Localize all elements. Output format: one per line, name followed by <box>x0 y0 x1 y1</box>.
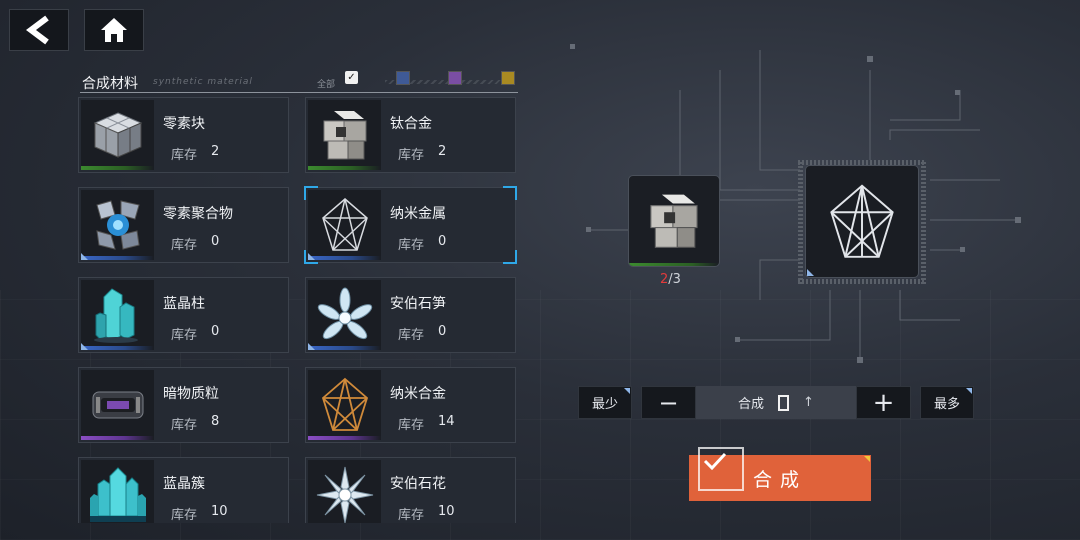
material-name: 蓝晶簇 <box>163 476 205 492</box>
stock-count: 2 <box>438 144 447 159</box>
blue-crystal-pillar-icon <box>81 280 154 350</box>
blue-crystal-cluster-icon <box>81 460 154 523</box>
titanium-alloy-icon <box>650 194 698 248</box>
material-name: 零素块 <box>163 116 205 132</box>
material-name: 安伯石花 <box>390 476 446 492</box>
craft-confirm-checkbox[interactable] <box>698 447 744 491</box>
selection-bracket <box>304 186 318 200</box>
min-quantity-button[interactable]: 最少 <box>578 386 632 419</box>
panel-title: 合成材料 <box>82 76 138 92</box>
filter-purple-checkbox[interactable] <box>448 71 462 85</box>
quantity-arrow-icon: ↑ <box>803 395 814 410</box>
max-quantity-button[interactable]: 最多 <box>920 386 974 419</box>
material-card[interactable]: 零素聚合物 库存 0 <box>78 187 289 263</box>
panel-subtitle: synthetic material <box>153 77 253 87</box>
material-name: 暗物质粒 <box>163 386 219 402</box>
plus-icon: + <box>872 387 895 418</box>
amber-flower-icon <box>308 460 381 523</box>
filter-all-label: 全部 <box>317 80 336 90</box>
stock-count: 0 <box>438 234 447 249</box>
rarity-corner <box>807 269 814 276</box>
result-chip <box>798 160 926 284</box>
minus-icon: − <box>658 388 679 417</box>
rarity-corner <box>81 343 88 350</box>
material-panel-header: 合成材料 synthetic material 全部 ✓ <box>80 71 518 93</box>
nano-alloy-icon <box>308 370 381 440</box>
titanium-alloy-icon <box>308 100 381 170</box>
stock-count: 2 <box>211 144 220 159</box>
material-name: 纳米金属 <box>390 206 446 222</box>
filter-all-checkbox[interactable]: ✓ <box>345 71 358 84</box>
max-label: 最多 <box>933 397 960 412</box>
material-name: 纳米合金 <box>390 386 446 402</box>
rarity-corner <box>308 343 315 350</box>
amber-stalagmite-icon <box>308 280 381 350</box>
material-list[interactable]: 零素块 库存 2 钛合金 库存 2 零素聚合物 库存 0 纳米金属 库存 0 蓝… <box>78 97 520 523</box>
stock-count: 0 <box>438 324 447 339</box>
home-button[interactable] <box>84 9 144 51</box>
stock-label: 库存 <box>398 508 425 523</box>
stock-label: 库存 <box>171 148 198 163</box>
corner-marker <box>966 388 972 394</box>
rarity-corner <box>81 253 88 260</box>
material-name: 钛合金 <box>390 116 432 132</box>
stock-label: 库存 <box>398 148 425 163</box>
result-slot[interactable] <box>805 165 919 278</box>
stock-count: 0 <box>211 234 220 249</box>
stock-count: 0 <box>211 324 220 339</box>
material-name: 零素聚合物 <box>163 206 233 222</box>
material-card[interactable]: 暗物质粒 库存 8 <box>78 367 289 443</box>
source-need-count: /3 <box>668 272 681 287</box>
material-card[interactable]: 蓝晶柱 库存 0 <box>78 277 289 353</box>
stock-label: 库存 <box>171 238 198 253</box>
material-card-selected[interactable]: 纳米金属 库存 0 <box>304 186 517 264</box>
material-name: 蓝晶柱 <box>163 296 205 312</box>
filter-gold-checkbox[interactable] <box>501 71 515 85</box>
stock-label: 库存 <box>171 508 198 523</box>
silver-cube-icon <box>81 100 154 170</box>
quantity-display[interactable]: 合成 ↑ <box>696 386 856 419</box>
corner-marker <box>864 456 870 462</box>
nano-metal-icon <box>830 183 894 258</box>
back-button[interactable] <box>9 9 69 51</box>
stock-count: 14 <box>438 414 455 429</box>
back-arrow-icon <box>26 15 49 45</box>
home-icon <box>101 18 127 42</box>
decrease-quantity-button[interactable]: − <box>641 386 696 419</box>
material-card[interactable]: 钛合金 库存 2 <box>305 97 516 173</box>
selection-bracket <box>503 250 517 264</box>
quantity-label: 合成 <box>738 397 765 412</box>
min-label: 最少 <box>591 397 618 412</box>
nano-metal-icon <box>308 190 381 260</box>
selection-bracket <box>304 250 318 264</box>
material-card[interactable]: 安伯石花 库存 10 <box>305 457 516 523</box>
selection-bracket <box>503 186 517 200</box>
material-card[interactable]: 安伯石笋 库存 0 <box>305 277 516 353</box>
polymer-icon <box>81 190 154 260</box>
stock-count: 10 <box>211 504 228 519</box>
craft-label: 合成 <box>752 468 807 491</box>
material-card[interactable]: 零素块 库存 2 <box>78 97 289 173</box>
material-name: 安伯石笋 <box>390 296 446 312</box>
filter-blue-checkbox[interactable] <box>396 71 410 85</box>
dark-matter-icon <box>81 370 154 440</box>
source-requirement: 2/3 <box>660 272 681 287</box>
corner-marker <box>624 388 630 394</box>
stock-label: 库存 <box>398 418 425 433</box>
quantity-value-box[interactable] <box>778 394 790 411</box>
stock-count: 8 <box>211 414 220 429</box>
material-card[interactable]: 蓝晶簇 库存 10 <box>78 457 289 523</box>
stock-label: 库存 <box>171 328 198 343</box>
checkmark-icon <box>703 452 727 470</box>
stock-label: 库存 <box>398 328 425 343</box>
material-card[interactable]: 纳米合金 库存 14 <box>305 367 516 443</box>
increase-quantity-button[interactable]: + <box>856 386 911 419</box>
source-material-slot[interactable] <box>628 175 720 267</box>
stock-count: 10 <box>438 504 455 519</box>
stock-label: 库存 <box>398 238 425 253</box>
stock-label: 库存 <box>171 418 198 433</box>
